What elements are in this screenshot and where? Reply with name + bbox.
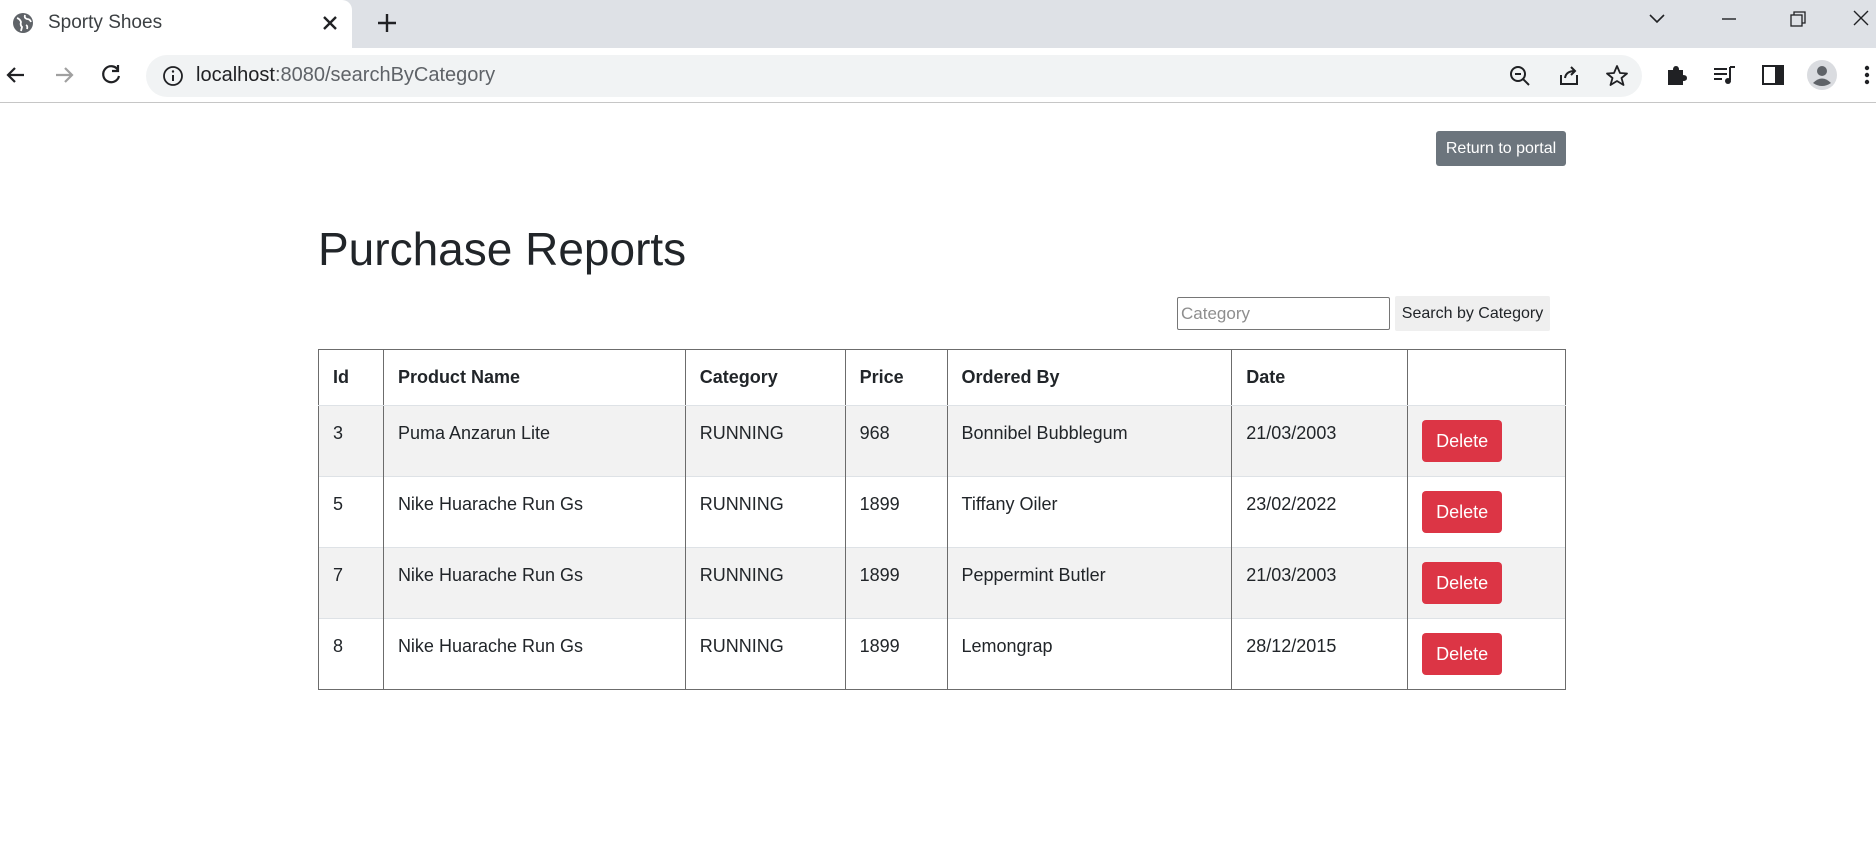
restore-icon[interactable] [1782, 6, 1812, 32]
delete-button[interactable]: Delete [1422, 562, 1503, 604]
cell-category: RUNNING [684, 476, 846, 548]
browser-tab[interactable]: Sporty Shoes [0, 0, 352, 48]
cell-date: 28/12/2015 [1231, 618, 1409, 690]
new-tab-icon[interactable] [372, 8, 402, 38]
bookmark-star-icon[interactable] [1604, 63, 1630, 89]
search-by-category-button[interactable]: Search by Category [1395, 296, 1550, 331]
tab-search-chevron-icon[interactable] [1642, 6, 1672, 32]
extensions-icon[interactable] [1662, 61, 1690, 89]
cell-product-name: Nike Huarache Run Gs [382, 618, 686, 690]
cell-product-name: Nike Huarache Run Gs [382, 476, 686, 548]
close-tab-icon[interactable] [318, 11, 342, 35]
reload-icon[interactable] [97, 61, 125, 89]
tab-title: Sporty Shoes [48, 12, 163, 33]
column-header-ordered-by: Ordered By [946, 349, 1233, 406]
table-row: 8 Nike Huarache Run Gs RUNNING 1899 Lemo… [318, 618, 1566, 690]
url-path: :8080/searchByCategory [274, 64, 496, 86]
cell-price: 968 [844, 405, 948, 477]
cell-price: 1899 [844, 618, 948, 690]
cell-category: RUNNING [684, 618, 846, 690]
share-icon[interactable] [1556, 63, 1582, 89]
return-to-portal-button[interactable]: Return to portal [1436, 131, 1566, 166]
cell-product-name: Puma Anzarun Lite [382, 405, 686, 477]
back-icon[interactable] [2, 61, 30, 89]
url-text[interactable]: localhost:8080/searchByCategory [196, 64, 495, 87]
side-panel-icon[interactable] [1759, 61, 1787, 89]
category-search-input[interactable] [1177, 297, 1390, 330]
column-header-date: Date [1231, 349, 1409, 406]
cell-ordered-by: Tiffany Oiler [946, 476, 1233, 548]
page-title: Purchase Reports [318, 223, 687, 275]
table-row: 5 Nike Huarache Run Gs RUNNING 1899 Tiff… [318, 476, 1566, 548]
cell-id: 3 [318, 405, 384, 477]
globe-icon [12, 12, 34, 34]
column-header-price: Price [844, 349, 948, 406]
cell-date: 21/03/2003 [1231, 547, 1409, 619]
cell-date: 23/02/2022 [1231, 476, 1409, 548]
cell-product-name: Nike Huarache Run Gs [382, 547, 686, 619]
zoom-out-icon[interactable] [1507, 63, 1533, 89]
cell-id: 5 [318, 476, 384, 548]
column-header-product-name: Product Name [382, 349, 686, 406]
cell-ordered-by: Lemongrap [946, 618, 1233, 690]
cell-action: Delete [1407, 476, 1566, 548]
column-header-category: Category [684, 349, 846, 406]
cell-date: 21/03/2003 [1231, 405, 1409, 477]
forward-icon[interactable] [50, 61, 78, 89]
cell-ordered-by: Peppermint Butler [946, 547, 1233, 619]
table-row: 3 Puma Anzarun Lite RUNNING 968 Bonnibel… [318, 405, 1566, 477]
delete-button[interactable]: Delete [1422, 491, 1503, 533]
menu-kebab-icon[interactable] [1858, 61, 1876, 89]
close-window-icon[interactable] [1846, 6, 1876, 32]
profile-avatar-icon[interactable] [1806, 59, 1838, 91]
cell-action: Delete [1407, 618, 1566, 690]
browser-toolbar: localhost:8080/searchByCategory [0, 48, 1876, 103]
table-header-row: Id Product Name Category Price Ordered B… [318, 349, 1566, 406]
minimize-icon[interactable] [1714, 6, 1744, 32]
tab-strip: Sporty Shoes [0, 0, 1876, 48]
cell-ordered-by: Bonnibel Bubblegum [946, 405, 1233, 477]
purchase-reports-table: Id Product Name Category Price Ordered B… [318, 349, 1566, 690]
cell-category: RUNNING [684, 547, 846, 619]
cell-action: Delete [1407, 405, 1566, 477]
site-info-icon[interactable] [162, 65, 184, 87]
cell-category: RUNNING [684, 405, 846, 477]
cell-id: 8 [318, 618, 384, 690]
media-queue-icon[interactable] [1710, 61, 1738, 89]
delete-button[interactable]: Delete [1422, 633, 1503, 675]
cell-price: 1899 [844, 547, 948, 619]
delete-button[interactable]: Delete [1422, 420, 1503, 462]
column-header-action [1407, 349, 1566, 406]
column-header-id: Id [318, 349, 384, 406]
url-host: localhost [196, 64, 275, 86]
cell-id: 7 [318, 547, 384, 619]
cell-price: 1899 [844, 476, 948, 548]
table-row: 7 Nike Huarache Run Gs RUNNING 1899 Pepp… [318, 547, 1566, 619]
address-bar[interactable]: localhost:8080/searchByCategory [146, 55, 1642, 97]
cell-action: Delete [1407, 547, 1566, 619]
